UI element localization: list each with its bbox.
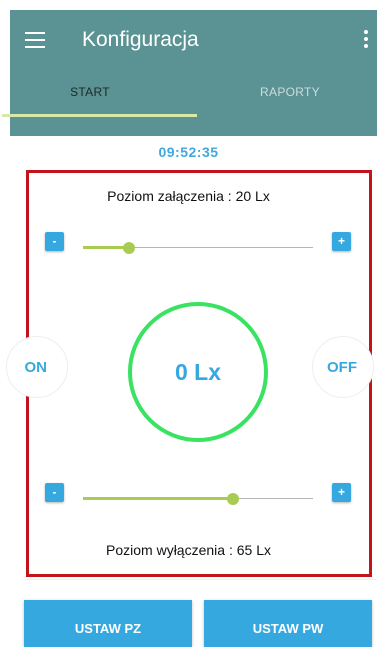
set-pw-button[interactable]: USTAW PW [204,600,372,647]
active-tab-indicator [2,114,197,117]
switch-off-level-label: Poziom wyłączenia : 65 Lx [106,542,271,558]
off-level-decrease-button[interactable]: - [45,483,64,502]
off-button[interactable]: OFF [312,336,374,398]
on-level-decrease-button[interactable]: - [45,232,64,251]
light-level-gauge: 0 Lx [128,302,268,442]
set-pz-button[interactable]: USTAW PZ [24,600,192,647]
off-level-increase-button[interactable]: + [332,483,351,502]
divider [26,579,377,580]
overflow-menu-icon[interactable] [363,30,369,52]
slider-thumb[interactable] [123,242,135,254]
on-level-slider[interactable] [83,241,313,255]
slider-fill [83,497,233,500]
tab-start[interactable]: START [0,85,180,99]
slider-thumb[interactable] [227,493,239,505]
off-level-slider[interactable] [83,492,313,506]
hamburger-menu-icon[interactable] [25,32,45,48]
tab-raporty[interactable]: RAPORTY [200,85,377,99]
light-level-reading: 0 Lx [174,358,222,385]
app-bar: Konfiguracja [10,10,377,136]
app-title: Konfiguracja [82,28,199,51]
switch-on-level-label: Poziom załączenia : 20 Lx [107,188,270,204]
on-button[interactable]: ON [6,336,68,398]
clock-time: 09:52:35 [158,144,219,160]
on-level-increase-button[interactable]: + [332,232,351,251]
